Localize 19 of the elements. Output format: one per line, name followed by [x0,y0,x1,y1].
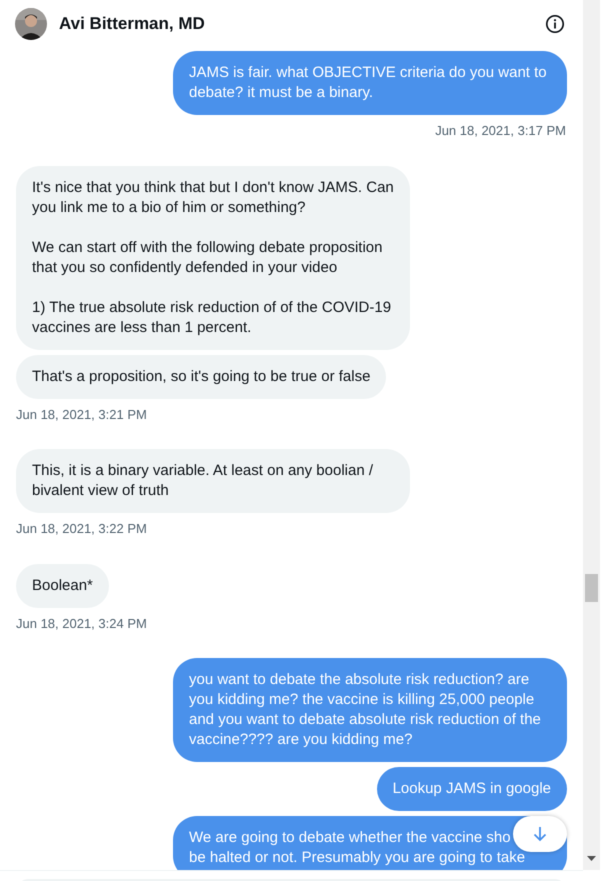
message-timestamp: Jun 18, 2021, 3:17 PM [435,122,566,140]
message-timestamp: Jun 18, 2021, 3:24 PM [16,614,147,632]
message-bubble: It's nice that you think that but I don't know JAMS. Can you link me to a bio of him or something? We can start off with the following debate proposition that you so confidently defended in your video 1) The true absolute risk reduction of of the COVID-19 vaccines are less than 1 percent. [16,166,410,350]
message-text: be halted or not. Presumably you are going to take [189,848,526,868]
message-bubble: JAMS is fair. what OBJECTIVE criteria do you want to debate? it must be a binary. [173,51,567,115]
message-bubble: you want to debate the absolute risk reduction? are you kidding me? the vaccine is killing 25,000 people and you want to debate absolute risk reduction of the vaccine???? are you kidding me? [173,658,567,762]
scroll-down-arrow-icon[interactable] [587,856,596,862]
message-timestamp: Jun 18, 2021, 3:21 PM [16,406,147,424]
message-bubble: Boolean* [16,564,109,608]
message-text: We are going to debate whether the vaccine sho [189,828,511,848]
message-bubble: This, it is a binary variable. At least on any boolian / bivalent view of truth [16,449,410,513]
arrow-down-icon [533,826,547,842]
info-icon[interactable] [545,14,565,34]
scrollbar-thumb[interactable] [585,574,598,602]
message-bubble: That's a proposition, so it's going to be true or false [16,354,386,398]
message-bubble: Lookup JAMS in google [376,767,567,811]
scroll-down-button[interactable] [513,816,567,852]
message-timestamp: Jun 18, 2021, 3:22 PM [16,520,147,538]
contact-name: Avi Bitterman, MD [59,13,206,36]
